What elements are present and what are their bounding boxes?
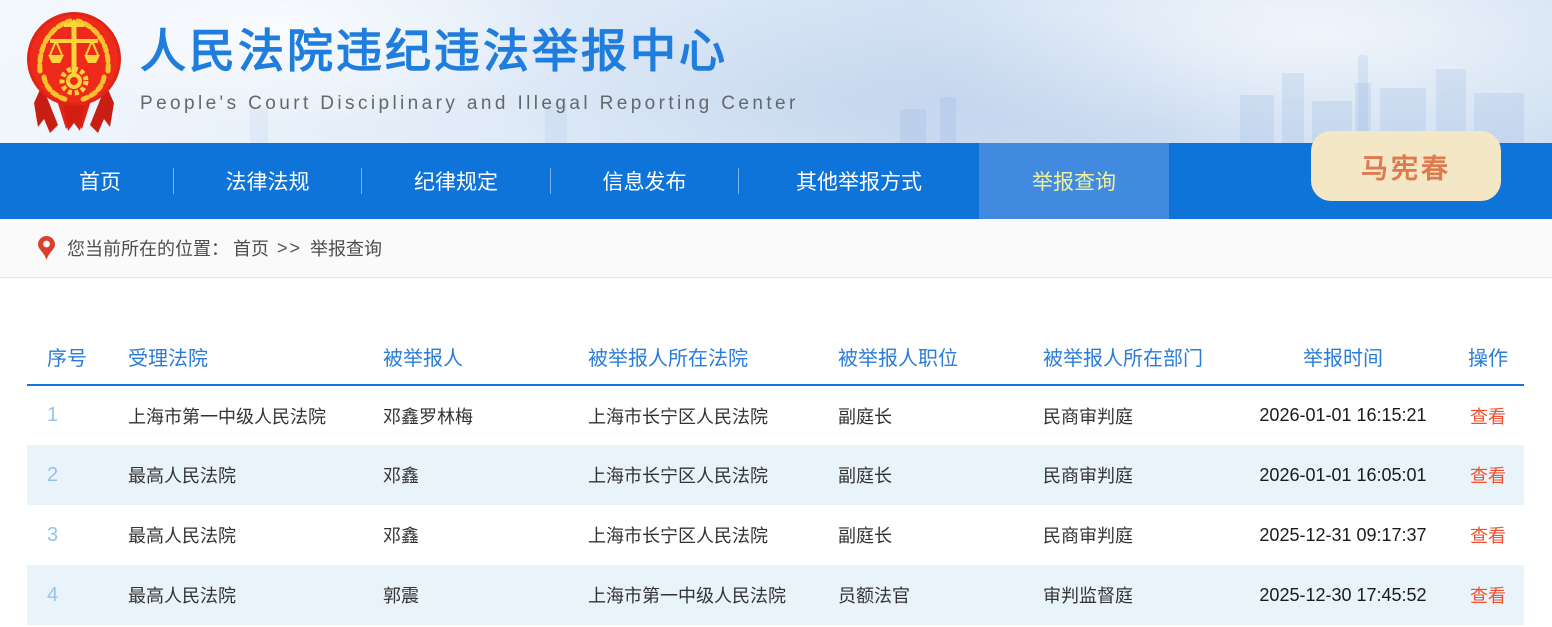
cell-report-time: 2025-12-31 09:17:37 [1234, 505, 1452, 565]
report-table: 序号 受理法院 被举报人 被举报人所在法院 被举报人职位 被举报人所在部门 举报… [27, 334, 1524, 625]
view-link[interactable]: 查看 [1470, 526, 1506, 546]
table-header-row: 序号 受理法院 被举报人 被举报人所在法院 被举报人职位 被举报人所在部门 举报… [27, 334, 1524, 385]
nav-item-home[interactable]: 首页 [27, 143, 173, 219]
nav-item-report-query[interactable]: 举报查询 [979, 143, 1169, 219]
col-header-reported-person: 被举报人 [363, 334, 568, 385]
cell-action: 查看 [1452, 505, 1524, 565]
breadcrumb-home-link[interactable]: 首页 [233, 235, 269, 261]
cell-reported-person: 邓鑫 [363, 445, 568, 505]
cell-reported-court: 上海市第一中级人民法院 [568, 565, 818, 625]
cell-action: 查看 [1452, 385, 1524, 445]
breadcrumb-current-link[interactable]: 举报查询 [310, 235, 382, 261]
cell-reported-court: 上海市长宁区人民法院 [568, 385, 818, 445]
cell-department: 民商审判庭 [1023, 385, 1234, 445]
cell-position: 副庭长 [818, 445, 1023, 505]
cell-department: 民商审判庭 [1023, 505, 1234, 565]
location-pin-icon [38, 236, 55, 260]
breadcrumb: 您当前所在的位置： 首页 >> 举报查询 [0, 219, 1552, 278]
table-row: 4 最高人民法院 郭震 上海市第一中级人民法院 员额法官 审判监督庭 2025-… [27, 565, 1524, 625]
table-row: 2 最高人民法院 邓鑫 上海市长宁区人民法院 副庭长 民商审判庭 2026-01… [27, 445, 1524, 505]
col-header-seq: 序号 [27, 334, 108, 385]
cell-position: 副庭长 [818, 505, 1023, 565]
cell-accepting-court: 上海市第一中级人民法院 [108, 385, 363, 445]
col-header-department: 被举报人所在部门 [1023, 334, 1234, 385]
cell-report-time: 2026-01-01 16:05:01 [1234, 445, 1452, 505]
cell-report-time: 2025-12-30 17:45:52 [1234, 565, 1452, 625]
main-nav: 首页 法律法规 纪律规定 信息发布 其他举报方式 举报查询 马宪春 [0, 143, 1552, 219]
cell-seq: 2 [27, 445, 108, 505]
cell-reported-person: 郭震 [363, 565, 568, 625]
cell-accepting-court: 最高人民法院 [108, 505, 363, 565]
breadcrumb-prefix: 您当前所在的位置： [67, 235, 229, 261]
nav-item-news[interactable]: 信息发布 [551, 143, 738, 219]
cell-reported-person: 邓鑫罗林梅 [363, 385, 568, 445]
cell-seq: 1 [27, 385, 108, 445]
court-emblem-icon [24, 7, 124, 135]
cell-accepting-court: 最高人民法院 [108, 445, 363, 505]
page: 人民法院违纪违法举报中心 People's Court Disciplinary… [0, 0, 1552, 627]
nav-item-discipline[interactable]: 纪律规定 [362, 143, 550, 219]
cell-reported-court: 上海市长宁区人民法院 [568, 445, 818, 505]
report-query-content: 序号 受理法院 被举报人 被举报人所在法院 被举报人职位 被举报人所在部门 举报… [0, 278, 1552, 627]
view-link[interactable]: 查看 [1470, 586, 1506, 606]
cell-position: 员额法官 [818, 565, 1023, 625]
cell-department: 民商审判庭 [1023, 445, 1234, 505]
col-header-accepting-court: 受理法院 [108, 334, 363, 385]
col-header-reported-court: 被举报人所在法院 [568, 334, 818, 385]
cell-seq: 3 [27, 505, 108, 565]
cell-seq: 4 [27, 565, 108, 625]
site-title-cn: 人民法院违纪违法举报中心 [140, 26, 799, 77]
cell-accepting-court: 最高人民法院 [108, 565, 363, 625]
table-row: 1 上海市第一中级人民法院 邓鑫罗林梅 上海市长宁区人民法院 副庭长 民商审判庭… [27, 385, 1524, 445]
view-link[interactable]: 查看 [1470, 407, 1506, 427]
site-title-en: People's Court Disciplinary and Illegal … [140, 93, 799, 115]
cell-report-time: 2026-01-01 16:15:21 [1234, 385, 1452, 445]
col-header-position: 被举报人职位 [818, 334, 1023, 385]
cell-action: 查看 [1452, 565, 1524, 625]
col-header-report-time: 举报时间 [1234, 334, 1452, 385]
nav-item-other-report-methods[interactable]: 其他举报方式 [739, 143, 979, 219]
user-badge[interactable]: 马宪春 [1311, 131, 1501, 201]
court-emblem-logo [24, 7, 124, 135]
col-header-action: 操作 [1452, 334, 1524, 385]
cell-action: 查看 [1452, 445, 1524, 505]
view-link[interactable]: 查看 [1470, 466, 1506, 486]
nav-item-laws[interactable]: 法律法规 [174, 143, 361, 219]
breadcrumb-separator: >> [277, 238, 302, 259]
cell-reported-person: 邓鑫 [363, 505, 568, 565]
cell-department: 审判监督庭 [1023, 565, 1234, 625]
site-header: 人民法院违纪违法举报中心 People's Court Disciplinary… [0, 0, 1552, 143]
cell-position: 副庭长 [818, 385, 1023, 445]
table-row: 3 最高人民法院 邓鑫 上海市长宁区人民法院 副庭长 民商审判庭 2025-12… [27, 505, 1524, 565]
site-titles: 人民法院违纪违法举报中心 People's Court Disciplinary… [140, 26, 799, 115]
cell-reported-court: 上海市长宁区人民法院 [568, 505, 818, 565]
